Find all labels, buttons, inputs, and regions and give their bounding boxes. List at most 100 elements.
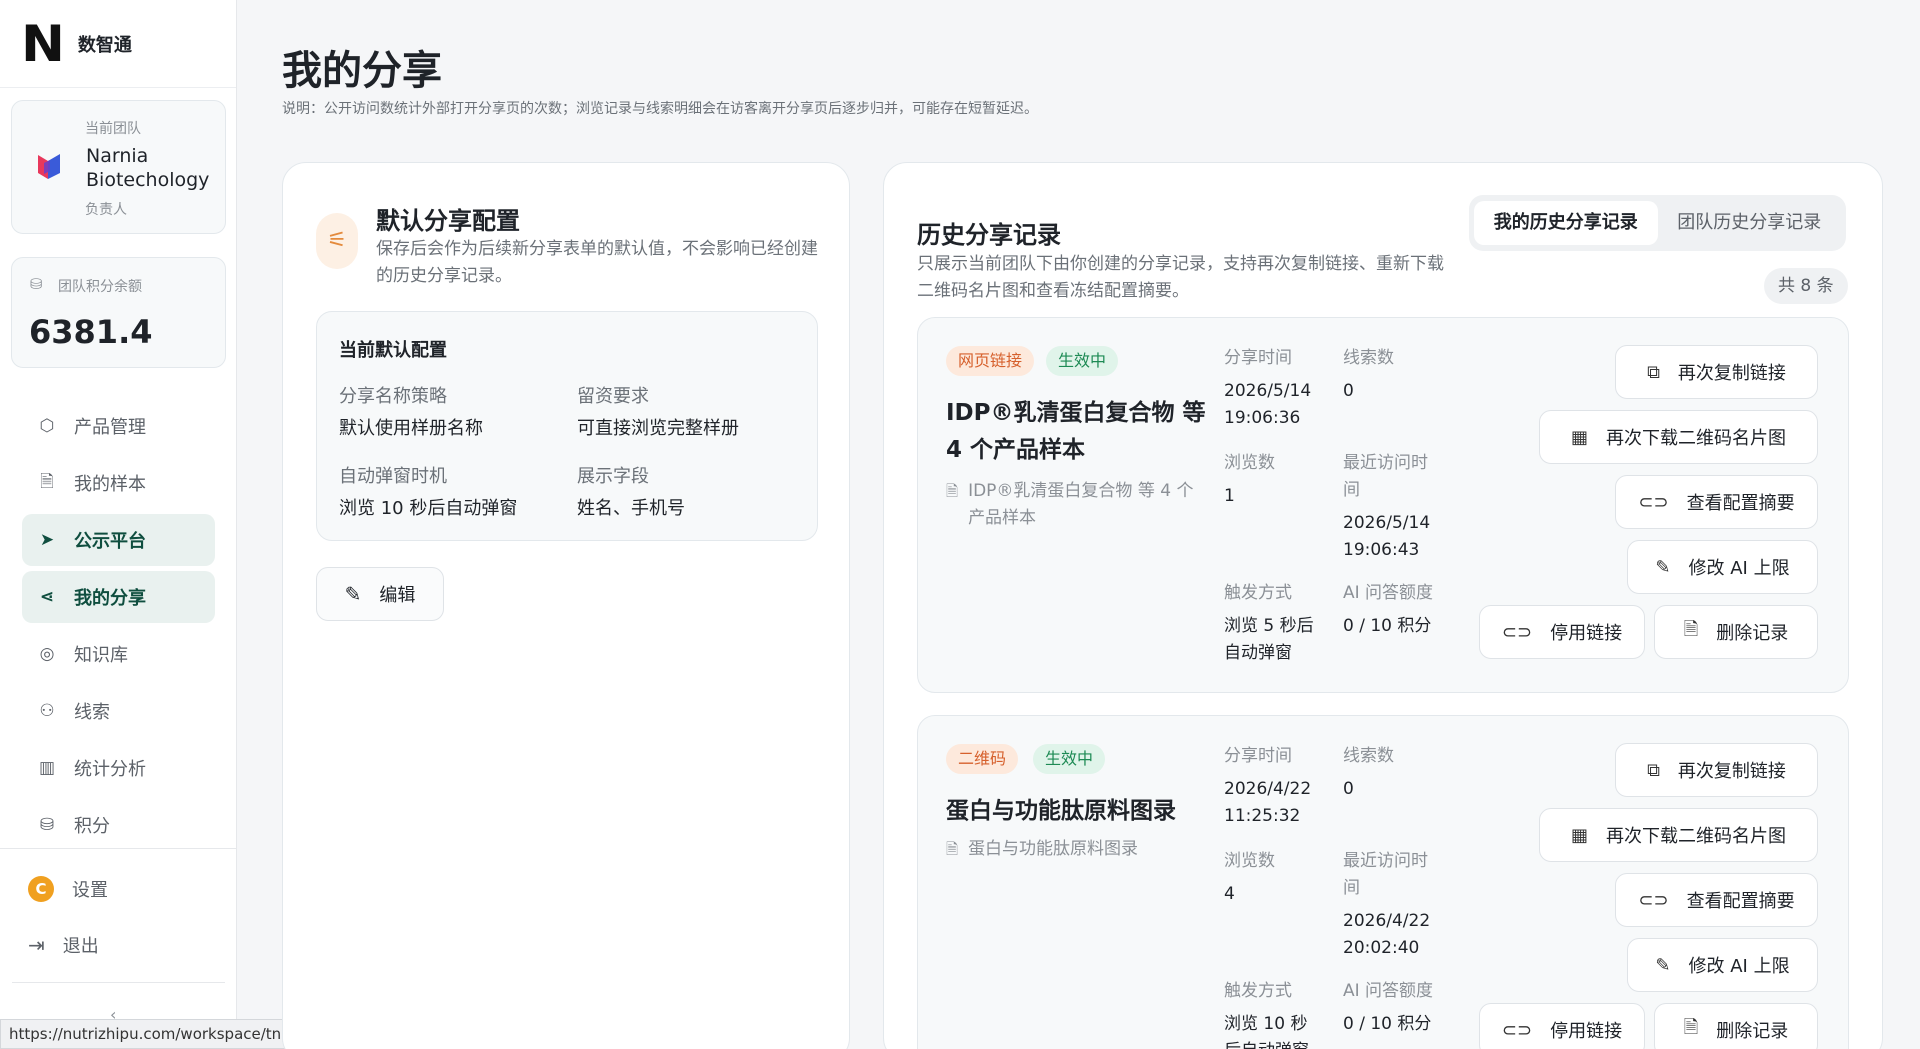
delete-record-button[interactable]: 🗎 删除记录 bbox=[1654, 605, 1818, 659]
sidebar-item-samples[interactable]: 🗎 我的样本 bbox=[22, 457, 215, 509]
document-icon: 🗎 bbox=[946, 840, 959, 858]
team-logo-icon bbox=[38, 154, 60, 179]
name-policy-label: 分享名称策略 bbox=[339, 386, 447, 407]
cube-icon: ⬡ bbox=[39, 416, 55, 436]
sidebar-item-credits[interactable]: ⛁ 积分 bbox=[22, 799, 215, 851]
leads-label: 线索数 bbox=[1343, 746, 1394, 766]
ai-quota-label: AI 问答额度 bbox=[1343, 981, 1434, 1001]
history-title: 历史分享记录 bbox=[917, 221, 1061, 249]
sidebar-item-products[interactable]: ⬡ 产品管理 bbox=[22, 400, 215, 452]
disable-link-button[interactable]: ⊂⊃ 停用链接 bbox=[1479, 605, 1645, 659]
sidebar-item-public-platform[interactable]: ➤ 公示平台 bbox=[22, 514, 215, 566]
link-icon: ⊂⊃ bbox=[1638, 491, 1669, 513]
download-qrcode-button[interactable]: ▦ 再次下载二维码名片图 bbox=[1539, 808, 1818, 862]
leads-value: 0 bbox=[1343, 779, 1354, 799]
sidebar-item-leads[interactable]: ⚇ 线索 bbox=[22, 685, 215, 737]
qrcode-icon: ▦ bbox=[1570, 824, 1588, 846]
credit-value: 6381.4 bbox=[29, 313, 153, 351]
copy-link-label: 再次复制链接 bbox=[1677, 761, 1786, 782]
disable-link-label: 停用链接 bbox=[1550, 623, 1623, 644]
type-tag: 二维码 bbox=[946, 744, 1019, 774]
leads-label: 线索数 bbox=[1343, 348, 1394, 368]
logout-icon: ⇥ bbox=[28, 933, 45, 957]
sidebar-item-label: 公示平台 bbox=[74, 531, 146, 552]
record-subtitle: 🗎 IDP®乳清蛋白复合物 等 4 个产品样本 bbox=[946, 478, 1196, 532]
copy-link-label: 再次复制链接 bbox=[1677, 363, 1786, 384]
status-tag: 生效中 bbox=[1046, 346, 1119, 376]
trigger-label: 触发方式 bbox=[1224, 981, 1292, 1001]
sidebar-item-label: 积分 bbox=[74, 816, 110, 837]
settings-item[interactable]: C 设置 bbox=[28, 876, 108, 902]
sidebar-item-label: 统计分析 bbox=[74, 759, 146, 780]
download-qrcode-button[interactable]: ▦ 再次下载二维码名片图 bbox=[1539, 410, 1818, 464]
pencil-icon: ✎ bbox=[344, 582, 362, 606]
team-label: 当前团队 bbox=[85, 121, 141, 137]
link-icon: ⊂⊃ bbox=[1638, 889, 1669, 911]
qrcode-icon: ▦ bbox=[1570, 426, 1588, 448]
default-config-panel: ⚟ 默认分享配置 保存后会作为后续新分享表单的默认值，不会影响已经创建的历史分享… bbox=[282, 162, 850, 1049]
share-icon: ⋖ bbox=[39, 587, 55, 607]
leads-value: 0 bbox=[1343, 381, 1354, 401]
views-value: 4 bbox=[1224, 884, 1235, 904]
copy-link-button[interactable]: ⧉ 再次复制链接 bbox=[1615, 345, 1818, 399]
team-name: Narnia Biotechology bbox=[86, 145, 210, 191]
views-label: 浏览数 bbox=[1224, 453, 1275, 473]
page-note: 说明：公开访问数统计外部打开分享页的次数；浏览记录与线索明细会在访客离开分享页后… bbox=[282, 101, 1038, 117]
edit-label: 编辑 bbox=[379, 585, 416, 606]
history-panel: 历史分享记录 只展示当前团队下由你创建的分享记录，支持再次复制链接、重新下载二维… bbox=[883, 162, 1883, 1049]
send-icon: ➤ bbox=[39, 530, 55, 550]
history-desc: 只展示当前团队下由你创建的分享记录，支持再次复制链接、重新下载二维码名片图和查看… bbox=[917, 254, 1444, 301]
view-summary-button[interactable]: ⊂⊃ 查看配置摘要 bbox=[1615, 873, 1818, 927]
name-policy-value: 默认使用样册名称 bbox=[339, 418, 483, 439]
disable-link-button[interactable]: ⊂⊃ 停用链接 bbox=[1479, 1003, 1645, 1049]
view-summary-button[interactable]: ⊂⊃ 查看配置摘要 bbox=[1615, 475, 1818, 529]
retention-label: 留资要求 bbox=[577, 386, 649, 407]
document-icon: 🗎 bbox=[946, 482, 959, 500]
document-icon: 🗎 bbox=[40, 471, 54, 492]
edit-button[interactable]: ✎ 编辑 bbox=[316, 567, 444, 621]
retention-value: 可直接浏览完整样册 bbox=[577, 418, 739, 439]
logout-item[interactable]: ⇥ 退出 bbox=[28, 932, 99, 958]
delete-record-button[interactable]: 🗎 删除记录 bbox=[1654, 1003, 1818, 1049]
document-icon: 🗎 bbox=[1683, 619, 1699, 640]
views-label: 浏览数 bbox=[1224, 851, 1275, 871]
app-logo[interactable]: N 数智通 bbox=[0, 0, 236, 88]
current-config-title: 当前默认配置 bbox=[339, 340, 447, 361]
record-title: IDP®乳清蛋白复合物 等 4 个产品样本 bbox=[946, 400, 1206, 463]
team-card[interactable]: 当前团队 Narnia Biotechology 负责人 bbox=[11, 100, 226, 234]
pencil-icon: ✎ bbox=[1655, 954, 1671, 976]
sidebar-item-label: 我的分享 bbox=[74, 588, 146, 609]
record-subtitle-text: IDP®乳清蛋白复合物 等 4 个产品样本 bbox=[968, 481, 1194, 528]
tab-my-history[interactable]: 我的历史分享记录 bbox=[1474, 201, 1658, 245]
sidebar-item-my-shares[interactable]: ⋖ 我的分享 bbox=[22, 571, 215, 623]
tab-team-history[interactable]: 团队历史分享记录 bbox=[1658, 201, 1842, 245]
copy-link-button[interactable]: ⧉ 再次复制链接 bbox=[1615, 743, 1818, 797]
last-visit-value: 2026/4/22 20:02:40 bbox=[1343, 911, 1431, 958]
app-name: 数智通 bbox=[77, 34, 132, 56]
last-visit-value: 2026/5/14 19:06:43 bbox=[1343, 513, 1431, 560]
ai-quota-label: AI 问答额度 bbox=[1343, 583, 1434, 603]
edit-ai-limit-button[interactable]: ✎ 修改 AI 上限 bbox=[1627, 938, 1818, 992]
ai-quota-value: 0 / 10 积分 bbox=[1343, 616, 1432, 636]
disable-link-label: 停用链接 bbox=[1550, 1021, 1623, 1042]
copy-icon: ⧉ bbox=[1647, 361, 1660, 383]
team-role: 负责人 bbox=[85, 202, 127, 218]
sidebar-item-label: 产品管理 bbox=[74, 417, 146, 438]
link-icon: ⊂⊃ bbox=[1501, 1019, 1533, 1041]
sidebar-item-knowledge-base[interactable]: ◎ 知识库 bbox=[22, 628, 215, 680]
edit-ai-limit-button[interactable]: ✎ 修改 AI 上限 bbox=[1627, 540, 1818, 594]
views-value: 1 bbox=[1224, 486, 1235, 506]
sidebar-item-label: 线索 bbox=[74, 702, 110, 723]
fields-value: 姓名、手机号 bbox=[577, 498, 685, 519]
coins-icon: ⛁ bbox=[30, 275, 43, 293]
pencil-icon: ✎ bbox=[1655, 556, 1671, 578]
sidebar-item-label: 知识库 bbox=[74, 645, 128, 666]
sidebar-item-analytics[interactable]: ▥ 统计分析 bbox=[22, 742, 215, 794]
share-time-value: 2026/5/14 19:06:36 bbox=[1224, 381, 1312, 428]
credit-label: 团队积分余额 bbox=[58, 279, 142, 295]
popup-value: 浏览 10 秒后自动弹窗 bbox=[339, 498, 518, 519]
record-count-badge: 共 8 条 bbox=[1764, 268, 1848, 304]
last-visit-label: 最近访问时间 bbox=[1343, 453, 1428, 500]
sidebar-bottom bbox=[0, 848, 236, 849]
link-icon: ⊂⊃ bbox=[1501, 621, 1533, 643]
